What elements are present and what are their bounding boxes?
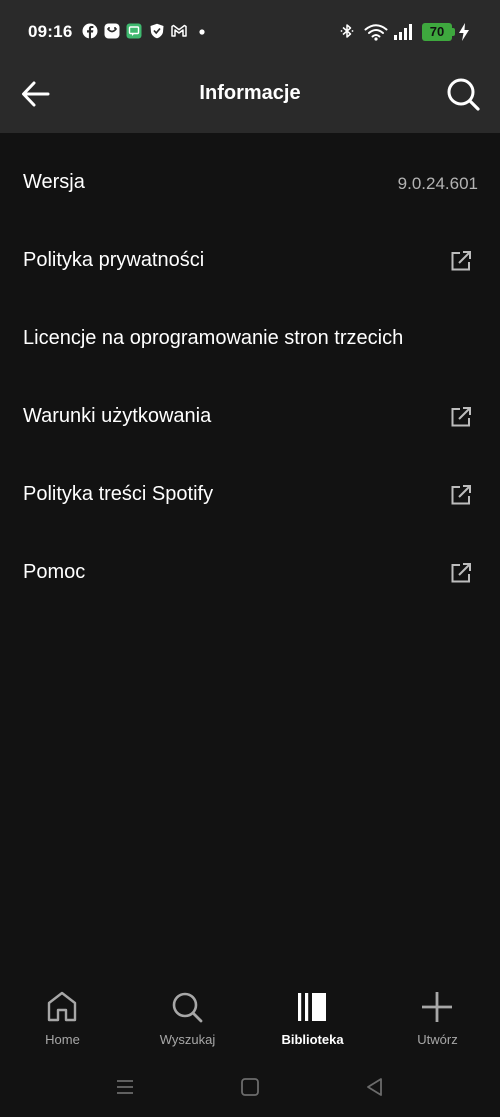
status-time: 09:16 — [28, 22, 73, 41]
library-icon — [298, 993, 326, 1021]
dot-icon — [199, 29, 205, 35]
list-item-content-policy[interactable]: Polityka treści Spotify — [0, 457, 500, 535]
external-link-icon — [451, 251, 471, 271]
external-link-icon — [451, 563, 471, 583]
list-item-privacy-policy[interactable]: Polityka prywatności — [0, 223, 500, 301]
nav-create[interactable]: Utwórz — [375, 975, 500, 1060]
page-title: Informacje — [199, 82, 301, 104]
content-policy-label: Polityka treści Spotify — [23, 483, 214, 505]
bottom-navigation: Home Wyszukaj Biblioteka Utwórz — [0, 975, 500, 1060]
gmail-icon — [171, 24, 187, 37]
list-item-terms-of-use[interactable]: Warunki użytkowania — [0, 379, 500, 457]
nav-search[interactable]: Wyszukaj — [125, 975, 250, 1060]
list-item-third-party-licenses[interactable]: Licencje na oprogramowanie stron trzecic… — [0, 301, 500, 379]
chat-icon — [126, 23, 142, 39]
external-link-icon — [451, 485, 471, 505]
search-icon[interactable] — [444, 75, 482, 113]
bluetooth-icon — [340, 24, 354, 38]
home-button-icon[interactable] — [237, 1074, 263, 1100]
external-link-icon — [451, 407, 471, 427]
nav-home[interactable]: Home — [0, 975, 125, 1060]
recent-apps-icon[interactable] — [112, 1074, 138, 1100]
back-button-icon[interactable] — [362, 1074, 388, 1100]
list-item-version[interactable]: Wersja 9.0.24.601 — [0, 145, 500, 223]
shield-icon — [150, 23, 164, 39]
battery-tip — [452, 28, 455, 36]
plus-icon — [422, 992, 452, 1022]
nav-library[interactable]: Biblioteka — [250, 975, 375, 1060]
nav-create-label: Utwórz — [417, 1032, 458, 1047]
header: Informacje — [0, 62, 500, 133]
nav-home-label: Home — [45, 1032, 80, 1047]
nav-library-label: Biblioteka — [281, 1032, 344, 1047]
help-label: Pomoc — [23, 561, 86, 583]
about-screen: 09:16 70 Informacje Wersja 9.0.24.601 Po… — [0, 0, 500, 1117]
battery-icon: 70 — [422, 23, 452, 41]
wifi-icon — [364, 24, 388, 41]
third-party-licenses-label: Licencje na oprogramowanie stron trzecic… — [23, 327, 404, 349]
status-bar: 09:16 70 — [0, 0, 500, 62]
version-label: Wersja — [23, 171, 85, 193]
facebook-icon — [82, 23, 98, 39]
charging-icon — [459, 23, 469, 41]
list-item-help[interactable]: Pomoc — [0, 535, 500, 613]
version-value: 9.0.24.601 — [397, 174, 478, 193]
signal-icon — [394, 24, 412, 40]
nav-search-label: Wyszukaj — [159, 1032, 216, 1047]
privacy-policy-label: Polityka prywatności — [23, 249, 205, 271]
search-icon — [172, 992, 203, 1023]
system-navigation-bar — [0, 1060, 500, 1117]
top-bar: 09:16 70 Informacje — [0, 0, 500, 133]
info-list: Wersja 9.0.24.601 Polityka prywatności L… — [0, 145, 500, 613]
messenger-icon — [104, 23, 120, 39]
home-icon — [47, 991, 77, 1022]
terms-of-use-label: Warunki użytkowania — [23, 405, 212, 427]
